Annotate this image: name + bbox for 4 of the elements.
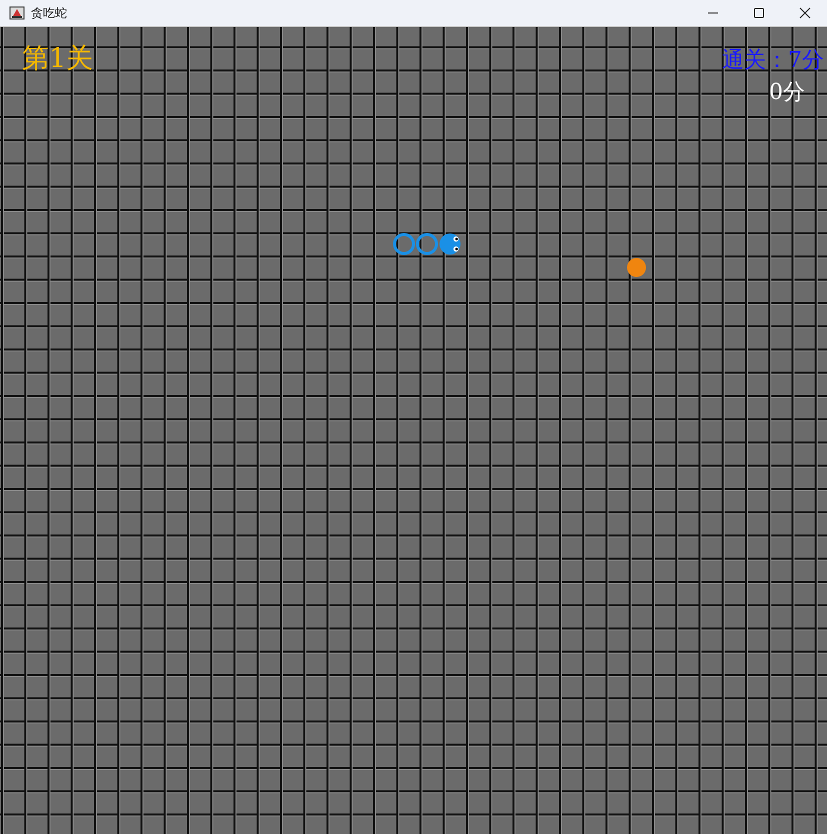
maximize-icon[interactable]: [753, 7, 765, 19]
app-icon: [9, 5, 25, 21]
close-icon[interactable]: [799, 7, 811, 19]
window-title: 贪吃蛇: [31, 4, 67, 22]
